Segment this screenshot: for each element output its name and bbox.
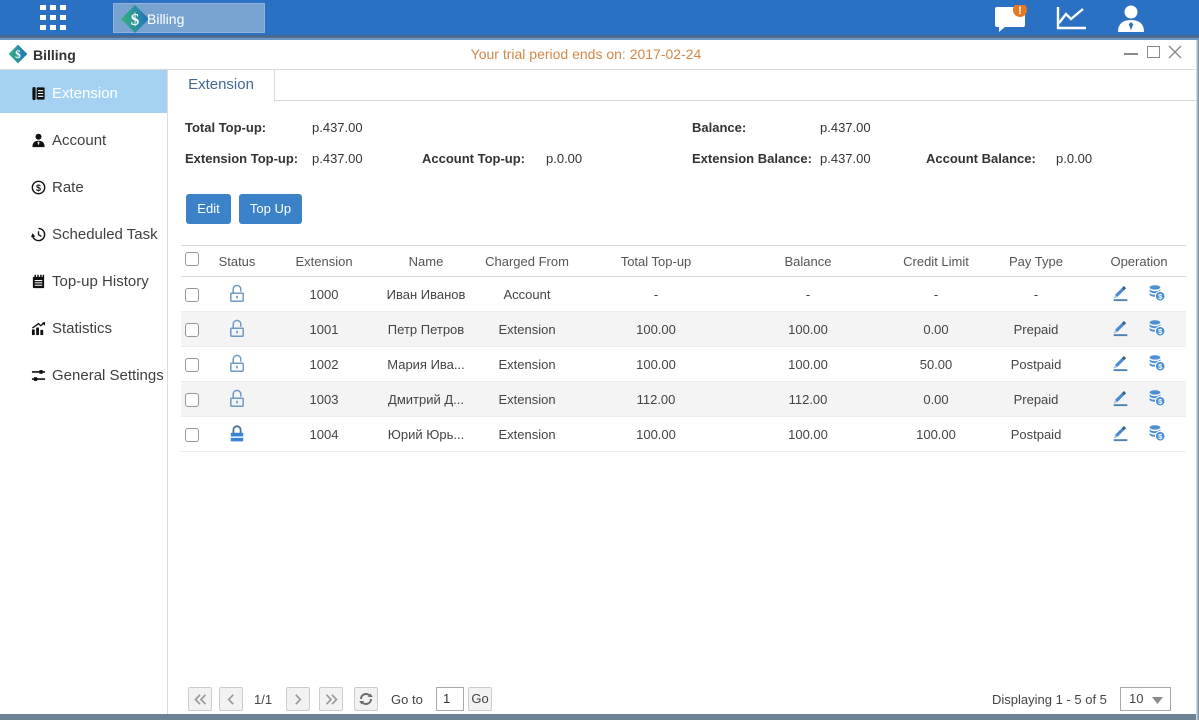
svg-text:!: ! (1018, 5, 1022, 17)
svg-text:$: $ (36, 183, 41, 193)
svg-text:$: $ (131, 10, 140, 29)
